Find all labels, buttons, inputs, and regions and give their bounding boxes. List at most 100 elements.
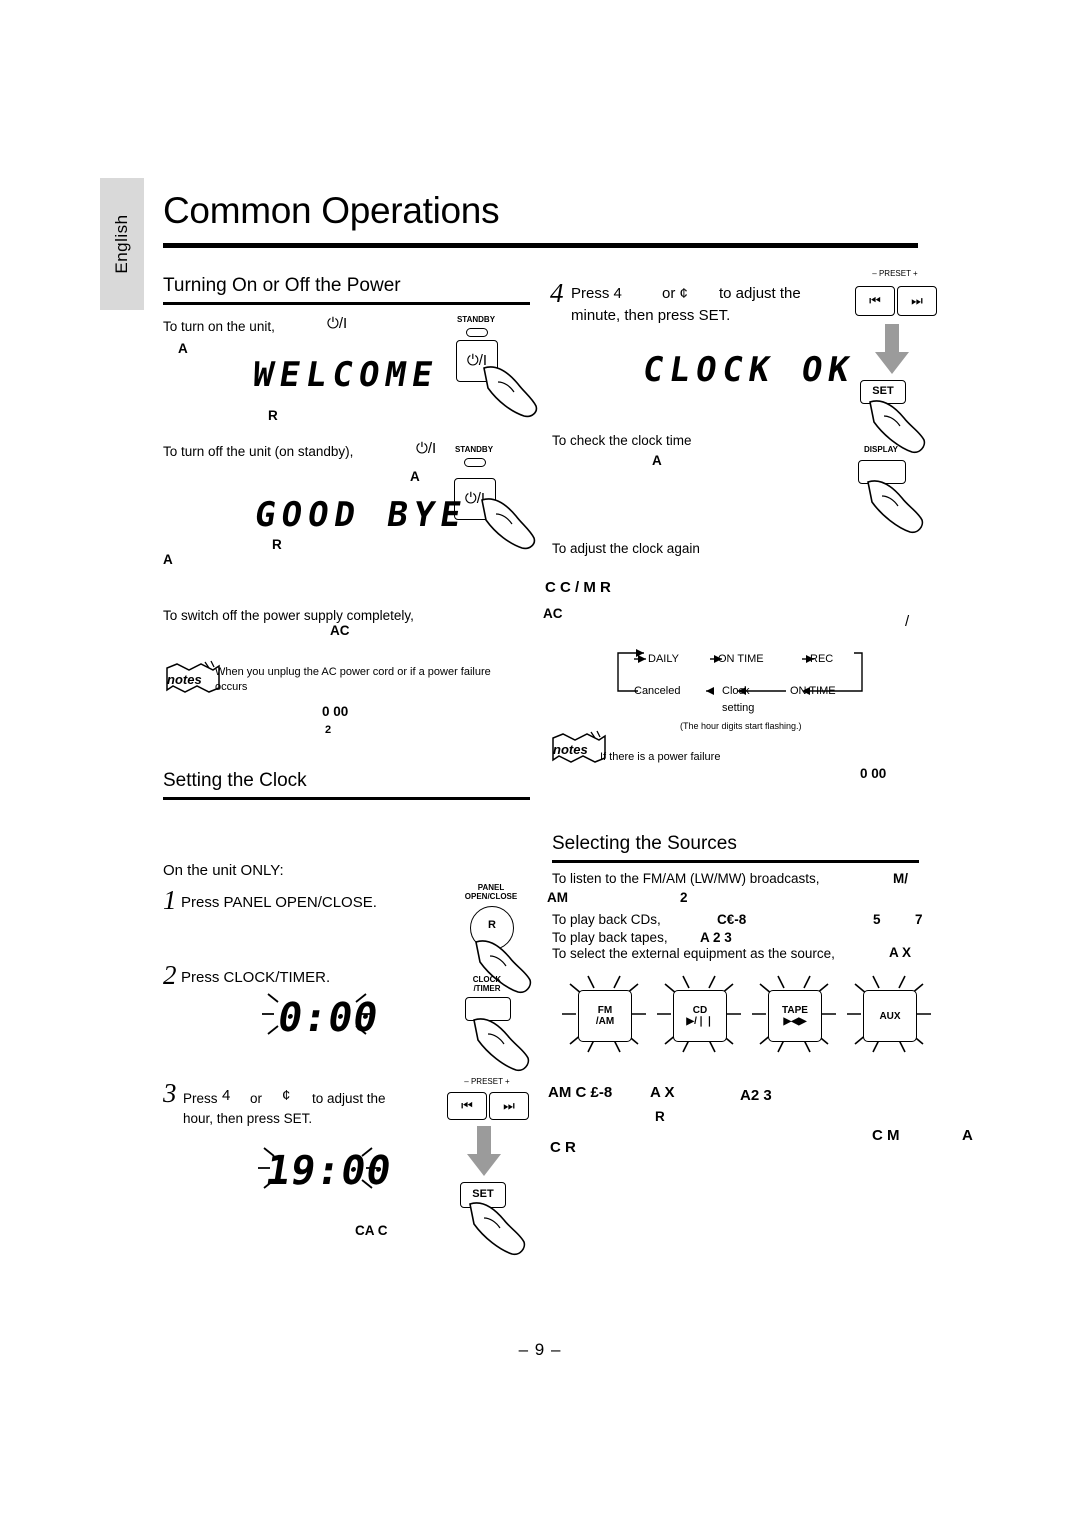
source-button-cd-line2: ▶/❘❘ [686, 1016, 714, 1027]
footer-code-6: C M [872, 1127, 900, 1144]
source-line-2-code: C€-8 [717, 912, 747, 927]
section-rule-1 [163, 302, 530, 305]
source-line-2-text: To play back CDs, [552, 912, 661, 927]
note-2-code: 0 00 [860, 766, 887, 781]
preset-prev-button-left[interactable]: ⏮ [447, 1092, 487, 1120]
turn-off-text: To turn off the unit (on standby), [163, 444, 354, 459]
turn-on-text: To turn on the unit, [163, 319, 275, 334]
clock-key-line2: /TIMER [473, 983, 501, 993]
step-3-text-e: to adjust the [312, 1091, 386, 1106]
flow-arrows [617, 649, 863, 695]
hand-pointer-icon [483, 366, 538, 418]
page-title: Common Operations [163, 190, 500, 231]
standby-label: STANDBY [456, 315, 496, 324]
step-1-text: Press PANEL OPEN/CLOSE. [181, 894, 377, 911]
power-icon-2: ⏻/I [416, 440, 437, 457]
ac-label: AC [543, 606, 563, 621]
footer-code-7: A [962, 1127, 973, 1144]
language-tab: English [100, 178, 144, 310]
notes-icon-label: notes [167, 672, 202, 687]
source-button-aux-line1: AUX [879, 1010, 901, 1022]
source-button-tape-line2: ▶◀▶ [783, 1016, 807, 1027]
step-3-text-d: ¢ [282, 1087, 291, 1104]
title-rule [163, 243, 918, 248]
flash-burst-2 [258, 1147, 378, 1189]
ca-c-code: CA C [355, 1223, 388, 1238]
language-tab-label: English [112, 214, 131, 274]
hand-pointer-icon-7 [867, 480, 924, 534]
source-button-fm-am[interactable]: FM /AM [578, 990, 632, 1042]
source-button-fm-am-line1: FM [597, 1005, 613, 1016]
step-4-text-d: minute, then press SET. [571, 307, 731, 324]
clock-key-line1: CLOCK [472, 975, 502, 984]
notes-icon: notes [163, 660, 223, 694]
slash-mark: / [905, 613, 910, 630]
note-1-code: 0 00 [322, 704, 349, 719]
panel-key-line1: PANEL [477, 883, 505, 892]
section-setting-clock-title: Setting the Clock [163, 770, 307, 791]
goodbye-display: GOOD BYE [251, 495, 470, 535]
step-4-text-c: to adjust the [719, 285, 801, 302]
preset-next-button-right[interactable]: ⏭ [897, 286, 937, 316]
power-icon: ⏻/I [327, 315, 348, 332]
preset-label-right: – PRESET + [872, 269, 918, 278]
adjust-again-code: C C / M R [545, 579, 611, 596]
source-line-1-code-3: 2 [680, 890, 688, 905]
notes-icon-label-2: notes [553, 742, 588, 757]
a-mark-1: A [178, 341, 188, 356]
a-mark-3: A [163, 552, 173, 567]
footer-code-5: C R [550, 1139, 576, 1156]
ac-label-2: AC [330, 623, 350, 638]
step-3-text-a: Press [183, 1091, 218, 1106]
standby-indicator [466, 328, 488, 337]
switch-off-text: To switch off the power supply completel… [163, 608, 414, 623]
source-button-cd[interactable]: CD ▶/❘❘ [673, 990, 727, 1042]
note-1-text: When you unplug the AC power cord or if … [215, 666, 491, 693]
note-2-text: If there is a power failure [600, 751, 721, 763]
footer-code-3: A2 3 [740, 1087, 772, 1104]
section-rule-3 [552, 860, 919, 863]
source-line-4-text: To select the external equipment as the … [552, 946, 835, 961]
source-button-tape-line1: TAPE [782, 1005, 808, 1016]
arrow-down-icon-left [467, 1126, 501, 1176]
display-key-label: DISPLAY [864, 445, 898, 454]
source-line-1-text: To listen to the FM/AM (LW/MW) broadcast… [552, 871, 820, 886]
source-button-cd-line1: CD [692, 1005, 708, 1016]
check-a-mark: A [652, 453, 662, 468]
source-line-2-code-2: 5 [873, 912, 881, 927]
source-line-2-code-3: 7 [915, 912, 923, 927]
step-3-text-c: or [250, 1091, 263, 1106]
source-button-tape[interactable]: TAPE ▶◀▶ [768, 990, 822, 1042]
section-rule-2 [163, 797, 530, 800]
flash-burst-1 [262, 993, 372, 1035]
adjust-again-text: To adjust the clock again [552, 541, 700, 556]
source-line-1-code: M/ [893, 871, 908, 886]
check-clock-text: To check the clock time [552, 433, 692, 448]
manual-page: English Common Operations Turning On or … [0, 0, 1080, 1529]
welcome-display: WELCOME [249, 355, 442, 395]
on-the-unit-only: On the unit ONLY: [163, 862, 284, 879]
hand-pointer-icon-5 [469, 1202, 526, 1256]
source-button-aux[interactable]: AUX [863, 990, 917, 1042]
clock-timer-key-label: CLOCK /TIMER [455, 975, 519, 994]
footer-code-4: R [655, 1109, 665, 1124]
footer-code-1: AM C £-8 [548, 1084, 613, 1101]
a-mark-2: A [410, 469, 420, 484]
panel-key-line2: OPEN/CLOSE [464, 891, 518, 901]
hand-pointer-icon-2 [481, 498, 536, 550]
step-4-number: 4 [550, 278, 564, 308]
preset-label-left: – PRESET + [464, 1077, 510, 1086]
section-turning-power-title: Turning On or Off the Power [163, 275, 401, 296]
source-line-4-code: A X [889, 945, 912, 960]
step-2-number: 2 [163, 960, 177, 990]
standby-indicator-2 [464, 458, 486, 467]
preset-next-button-left[interactable]: ⏭ [489, 1092, 529, 1120]
step-3-number: 3 [163, 1078, 177, 1108]
step-3-text-f: hour, then press SET. [183, 1111, 313, 1126]
step-4-text-b: or ¢ [662, 285, 688, 302]
preset-prev-button-right[interactable]: ⏮ [855, 286, 895, 316]
page-number: – 9 – [518, 1340, 562, 1359]
source-line-1-code-2: AM [547, 890, 568, 905]
step-4-text-a: Press 4 [571, 285, 622, 302]
source-button-fm-am-line2: /AM [595, 1016, 615, 1027]
